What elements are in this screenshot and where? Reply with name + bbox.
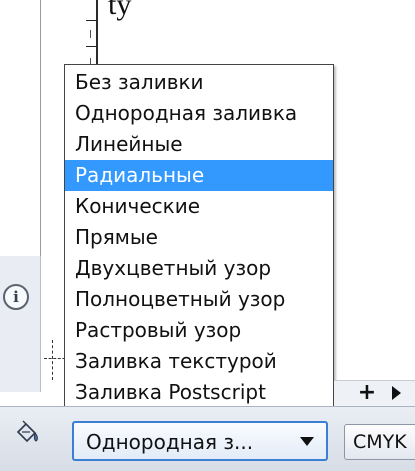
fill-option-none[interactable]: Без заливки (65, 67, 333, 98)
fill-option-full-color-pattern[interactable]: Полноцветный узор (65, 284, 333, 315)
add-page-button[interactable]: + (356, 382, 378, 404)
next-page-arrow-icon[interactable] (392, 386, 401, 400)
fill-option-linear[interactable]: Линейные (65, 129, 333, 160)
fill-option-two-color-pattern[interactable]: Двухцветный узор (65, 253, 333, 284)
fill-option-uniform[interactable]: Однородная заливка (65, 98, 333, 129)
fill-option-postscript[interactable]: Заливка Postscript (65, 377, 333, 408)
fill-type-combo-value: Однородная з... (86, 430, 254, 454)
chevron-down-icon[interactable] (300, 437, 314, 446)
paint-bucket-icon[interactable] (14, 420, 40, 446)
ruler-tick (86, 20, 96, 21)
guide-dotted-vertical (52, 340, 54, 380)
fill-option-bitmap-pattern[interactable]: Растровый узор (65, 315, 333, 346)
canvas-text: ty (108, 0, 132, 21)
ruler-dash (90, 30, 91, 38)
docker-panel (0, 256, 41, 392)
fill-type-dropdown-list[interactable]: Без заливки Однородная заливка Линейные … (64, 64, 334, 412)
ruler-tick (86, 46, 96, 47)
fill-option-conical[interactable]: Конические (65, 191, 333, 222)
fill-type-combo[interactable]: Однородная з... (72, 421, 328, 461)
info-icon[interactable]: i (3, 284, 29, 310)
fill-option-radial[interactable]: Радиальные (65, 160, 333, 191)
fill-option-square[interactable]: Прямые (65, 222, 333, 253)
fill-option-texture[interactable]: Заливка текстурой (65, 346, 333, 377)
color-model-button[interactable]: CMYK (344, 424, 415, 460)
